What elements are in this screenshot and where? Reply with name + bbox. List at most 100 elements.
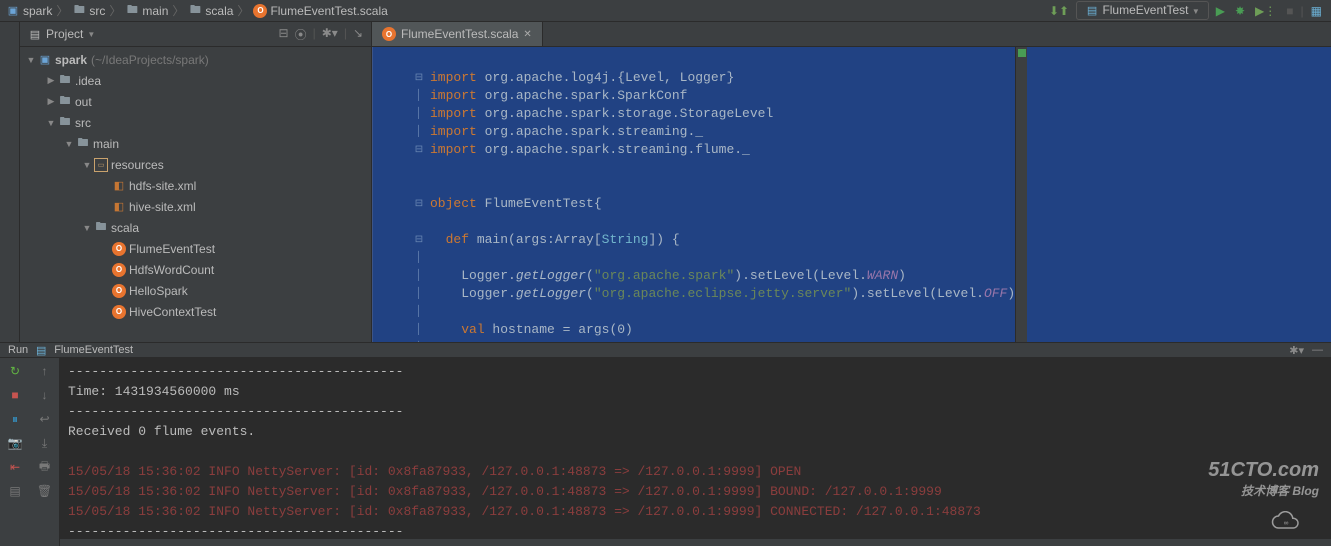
- tree-label: hdfs-site.xml: [129, 179, 196, 193]
- run-config-selector[interactable]: ▤ FlumeEventTest ▼: [1076, 1, 1209, 20]
- run-header-config: FlumeEventTest: [54, 344, 133, 356]
- rerun-button[interactable]: ↻: [6, 362, 24, 380]
- module-icon: ▣: [38, 53, 52, 67]
- code-editor[interactable]: ⊟│││⊟⊟⊟││││││ import org.apache.log4j.{L…: [372, 47, 1331, 342]
- folder-icon: 🖿: [58, 116, 72, 130]
- tree-label: scala: [111, 221, 139, 235]
- print-button[interactable]: 🖶: [36, 458, 54, 476]
- coverage-button[interactable]: ▶⋮: [1252, 4, 1279, 18]
- up-button[interactable]: ↑: [36, 362, 54, 380]
- run-header-label: Run: [8, 344, 28, 356]
- breadcrumb-item[interactable]: 🖿scala: [188, 4, 233, 18]
- tree-node[interactable]: ◧hive-site.xml: [20, 196, 371, 217]
- breadcrumb-sep: 〉: [237, 2, 249, 19]
- expand-icon[interactable]: [44, 96, 58, 107]
- project-icon: ▤: [28, 27, 42, 41]
- fold-column[interactable]: ⊟│││⊟⊟⊟││││││: [412, 47, 426, 342]
- close-tab-icon[interactable]: ✕: [523, 29, 531, 40]
- chevron-down-icon[interactable]: ▼: [87, 30, 95, 39]
- module-icon: ▣: [6, 4, 20, 18]
- app-icon: ▤: [34, 343, 48, 357]
- tree-hint: (~/IdeaProjects/spark): [91, 53, 209, 67]
- folder-icon: 🖿: [58, 74, 72, 88]
- tree-node[interactable]: ◧hdfs-site.xml: [20, 175, 371, 196]
- tree-label: FlumeEventTest: [129, 242, 215, 256]
- breadcrumb-item[interactable]: 🖿src: [72, 4, 105, 18]
- tree-node[interactable]: OHiveContextTest: [20, 301, 371, 322]
- project-panel-header: ▤ Project ▼ ⊟ ⦿ | ✱▾ | ↘: [20, 22, 371, 47]
- breadcrumb-label: main: [142, 4, 168, 18]
- tab-label: FlumeEventTest.scala: [401, 27, 518, 41]
- expand-icon[interactable]: [44, 118, 58, 128]
- tree-label: HiveContextTest: [129, 305, 216, 319]
- breadcrumb-label: src: [89, 4, 105, 18]
- expand-icon[interactable]: [44, 75, 58, 86]
- tree-node[interactable]: ▭resources: [20, 154, 371, 175]
- breadcrumb-bar: ▣spark〉🖿src〉🖿main〉🖿scala〉OFlumeEventTest…: [0, 0, 1331, 22]
- xml-icon: ◧: [112, 200, 126, 214]
- tree-node[interactable]: OFlumeEventTest: [20, 238, 371, 259]
- gear-icon[interactable]: ✱▾: [1289, 344, 1304, 357]
- minimize-icon[interactable]: —: [1312, 344, 1323, 356]
- expand-icon[interactable]: [24, 55, 38, 65]
- dump-threads-button[interactable]: 📷: [6, 434, 24, 452]
- breadcrumb-sep: 〉: [172, 2, 184, 19]
- tree-label: HdfsWordCount: [129, 263, 214, 277]
- folder-icon: 🖿: [188, 4, 202, 18]
- run-toolbar-primary: ↻ ■ ⏸ 📷 ⇤ ▤: [0, 358, 30, 546]
- tree-node[interactable]: OHdfsWordCount: [20, 259, 371, 280]
- editor-tabs: O FlumeEventTest.scala ✕: [372, 22, 1331, 47]
- debug-button[interactable]: ✸: [1232, 4, 1248, 18]
- console-output[interactable]: ----------------------------------------…: [60, 358, 1331, 546]
- tree-node[interactable]: 🖿main: [20, 133, 371, 154]
- tree-node[interactable]: 🖿.idea: [20, 70, 371, 91]
- collapse-all-icon[interactable]: ⊟: [279, 26, 289, 43]
- tree-label: main: [93, 137, 119, 151]
- tree-label: .idea: [75, 74, 101, 88]
- settings-icon[interactable]: ✱▾: [322, 26, 338, 43]
- pause-button[interactable]: ⏸: [6, 410, 24, 428]
- xml-icon: ◧: [112, 179, 126, 193]
- soft-wrap-button[interactable]: ↩: [36, 410, 54, 428]
- error-stripe[interactable]: [1015, 47, 1027, 342]
- stop-button[interactable]: ■: [6, 386, 24, 404]
- expand-icon[interactable]: [80, 223, 94, 233]
- make-icon[interactable]: ⬇⬆: [1046, 4, 1072, 18]
- tree-root[interactable]: ▣ spark (~/IdeaProjects/spark): [20, 49, 371, 70]
- tree-node[interactable]: 🖿src: [20, 112, 371, 133]
- project-tree[interactable]: ▣ spark (~/IdeaProjects/spark) 🖿.idea🖿ou…: [20, 47, 371, 342]
- scroll-from-source-icon[interactable]: ⦿: [295, 26, 307, 43]
- clear-button[interactable]: 🗑: [36, 482, 54, 500]
- status-mark: [1018, 49, 1026, 57]
- folder-icon: 🖿: [125, 4, 139, 18]
- scroll-end-button[interactable]: ⤓: [36, 434, 54, 452]
- expand-icon[interactable]: [80, 160, 94, 170]
- breadcrumb-item[interactable]: ▣spark: [6, 4, 52, 18]
- breadcrumb-item[interactable]: 🖿main: [125, 4, 168, 18]
- hide-icon[interactable]: ↘: [353, 26, 363, 43]
- svg-text:∞: ∞: [1284, 520, 1289, 527]
- tree-node[interactable]: 🖿scala: [20, 217, 371, 238]
- run-button[interactable]: ▶: [1213, 4, 1228, 18]
- breadcrumb-item[interactable]: OFlumeEventTest.scala: [253, 4, 387, 18]
- resources-icon: ▭: [94, 158, 108, 172]
- folder-icon: 🖿: [94, 221, 108, 235]
- breadcrumb-sep: 〉: [109, 2, 121, 19]
- app-icon: ▤: [1085, 4, 1099, 18]
- layout-button[interactable]: ▦: [1308, 4, 1325, 18]
- down-button[interactable]: ↓: [36, 386, 54, 404]
- scala-icon: O: [382, 27, 396, 41]
- project-panel-title: Project: [46, 27, 83, 41]
- left-gutter[interactable]: [0, 22, 20, 342]
- breadcrumb-label: FlumeEventTest.scala: [270, 4, 387, 18]
- layout-button[interactable]: ▤: [6, 482, 24, 500]
- line-gutter[interactable]: [372, 47, 412, 342]
- exit-button[interactable]: ⇤: [6, 458, 24, 476]
- run-config-label: FlumeEventTest: [1102, 3, 1188, 17]
- tree-node[interactable]: 🖿out: [20, 91, 371, 112]
- expand-icon[interactable]: [62, 139, 76, 149]
- editor-tab[interactable]: O FlumeEventTest.scala ✕: [372, 22, 543, 46]
- tree-node[interactable]: OHelloSpark: [20, 280, 371, 301]
- stop-button[interactable]: ■: [1283, 4, 1296, 18]
- tree-label: src: [75, 116, 91, 130]
